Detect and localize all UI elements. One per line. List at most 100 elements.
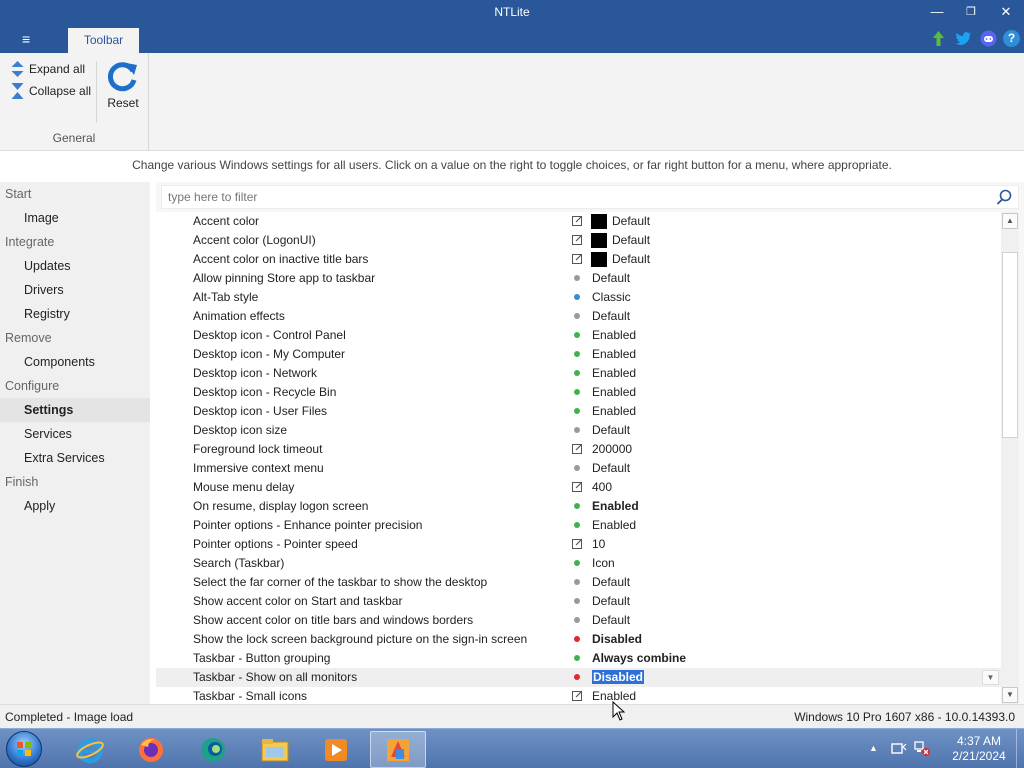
scroll-down-arrow[interactable]: ▼: [1002, 687, 1018, 703]
setting-value[interactable]: Disabled: [592, 632, 642, 646]
help-icon[interactable]: ?: [1003, 30, 1020, 47]
color-swatch[interactable]: [591, 214, 607, 229]
sidebar-item-registry[interactable]: Registry: [0, 302, 150, 326]
update-arrow-icon[interactable]: [930, 30, 947, 47]
setting-value[interactable]: Default: [592, 594, 630, 608]
action-center-icon[interactable]: [891, 741, 907, 757]
show-desktop-button[interactable]: [1016, 729, 1024, 768]
setting-row[interactable]: Taskbar - Button grouping Always combine: [156, 649, 1001, 668]
close-button[interactable]: ✕: [995, 3, 1017, 21]
setting-value[interactable]: Default: [592, 575, 630, 589]
sidebar-category-configure[interactable]: Configure: [0, 374, 150, 398]
setting-value[interactable]: Default: [612, 252, 650, 266]
setting-value[interactable]: 400: [592, 480, 612, 494]
color-swatch[interactable]: [591, 252, 607, 267]
internet-explorer-icon[interactable]: [62, 731, 118, 768]
setting-row[interactable]: Taskbar - Small icons Enabled: [156, 687, 1001, 704]
ntlite-icon[interactable]: [370, 731, 426, 768]
clock[interactable]: 4:37 AM 2/21/2024: [944, 734, 1014, 764]
firefox-icon[interactable]: [123, 731, 179, 768]
edit-icon[interactable]: [572, 538, 583, 549]
vertical-scrollbar[interactable]: ▲ ▼: [1001, 212, 1019, 704]
edit-icon[interactable]: [572, 215, 583, 226]
sidebar-item-settings[interactable]: Settings: [0, 398, 150, 422]
setting-row[interactable]: Search (Taskbar) Icon: [156, 554, 1001, 573]
setting-value[interactable]: Enabled: [592, 366, 636, 380]
setting-row[interactable]: On resume, display logon screen Enabled: [156, 497, 1001, 516]
sidebar-item-drivers[interactable]: Drivers: [0, 278, 150, 302]
setting-row[interactable]: Show accent color on Start and taskbar De…: [156, 592, 1001, 611]
setting-row[interactable]: Animation effects Default: [156, 307, 1001, 326]
setting-row[interactable]: Show the lock screen background picture …: [156, 630, 1001, 649]
edit-icon[interactable]: [572, 253, 583, 264]
scroll-up-arrow[interactable]: ▲: [1002, 213, 1018, 229]
setting-value[interactable]: Default: [612, 233, 650, 247]
sidebar-category-finish[interactable]: Finish: [0, 470, 150, 494]
setting-row[interactable]: Pointer options - Enhance pointer precis…: [156, 516, 1001, 535]
discord-icon[interactable]: [980, 30, 997, 47]
setting-value[interactable]: Default: [592, 423, 630, 437]
filter-box[interactable]: [161, 185, 1019, 209]
setting-value[interactable]: Enabled: [592, 518, 636, 532]
setting-value[interactable]: Enabled: [592, 499, 639, 513]
reset-button[interactable]: Reset: [104, 59, 142, 110]
sidebar-category-integrate[interactable]: Integrate: [0, 230, 150, 254]
network-disconnected-icon[interactable]: [913, 741, 930, 757]
setting-value[interactable]: Enabled: [592, 385, 636, 399]
media-player-icon[interactable]: [308, 731, 364, 768]
edit-icon[interactable]: [572, 690, 583, 701]
setting-row[interactable]: Accent color on inactive title bars Defau…: [156, 250, 1001, 269]
setting-value[interactable]: Default: [592, 613, 630, 627]
file-explorer-icon[interactable]: [247, 731, 303, 768]
restore-button[interactable]: ❐: [960, 3, 982, 21]
setting-row[interactable]: Desktop icon - Network Enabled: [156, 364, 1001, 383]
setting-row[interactable]: Allow pinning Store app to taskbar Defaul…: [156, 269, 1001, 288]
tab-toolbar[interactable]: Toolbar: [68, 28, 139, 53]
search-icon[interactable]: [996, 189, 1012, 205]
scroll-thumb[interactable]: [1002, 252, 1018, 438]
expand-all-button[interactable]: Expand all: [11, 59, 85, 79]
setting-row[interactable]: Immersive context menu Default: [156, 459, 1001, 478]
setting-value[interactable]: Default: [592, 309, 630, 323]
setting-value[interactable]: Default: [592, 271, 630, 285]
minimize-button[interactable]: —: [926, 3, 948, 21]
setting-value[interactable]: 10: [592, 537, 605, 551]
setting-value[interactable]: 200000: [592, 442, 632, 456]
setting-row[interactable]: Accent color (LogonUI) Default: [156, 231, 1001, 250]
dropdown-button[interactable]: ▼: [982, 670, 999, 685]
setting-value[interactable]: Classic: [592, 290, 631, 304]
setting-value[interactable]: Icon: [592, 556, 615, 570]
collapse-all-button[interactable]: Collapse all: [11, 81, 91, 101]
setting-value[interactable]: Enabled: [592, 328, 636, 342]
setting-row[interactable]: Pointer options - Pointer speed 10: [156, 535, 1001, 554]
sidebar-category-start[interactable]: Start: [0, 182, 150, 206]
setting-row[interactable]: Desktop icon - User Files Enabled: [156, 402, 1001, 421]
setting-row[interactable]: Mouse menu delay 400: [156, 478, 1001, 497]
sidebar-category-remove[interactable]: Remove: [0, 326, 150, 350]
setting-row[interactable]: Desktop icon size Default: [156, 421, 1001, 440]
edit-icon[interactable]: [572, 443, 583, 454]
setting-value[interactable]: Always combine: [592, 651, 686, 665]
twitter-icon[interactable]: [955, 30, 972, 47]
setting-row[interactable]: Show accent color on title bars and wind…: [156, 611, 1001, 630]
show-hidden-icons-button[interactable]: ▲: [869, 743, 885, 759]
setting-row[interactable]: Desktop icon - My Computer Enabled: [156, 345, 1001, 364]
setting-row[interactable]: Select the far corner of the taskbar to …: [156, 573, 1001, 592]
start-button[interactable]: [6, 731, 42, 767]
filter-input[interactable]: [162, 186, 982, 208]
sidebar-item-services[interactable]: Services: [0, 422, 150, 446]
edit-icon[interactable]: [572, 234, 583, 245]
setting-row[interactable]: Desktop icon - Recycle Bin Enabled: [156, 383, 1001, 402]
sidebar-item-extra-services[interactable]: Extra Services: [0, 446, 150, 470]
setting-value[interactable]: Default: [592, 461, 630, 475]
color-swatch[interactable]: [591, 233, 607, 248]
setting-value[interactable]: Default: [612, 214, 650, 228]
setting-row[interactable]: Desktop icon - Control Panel Enabled: [156, 326, 1001, 345]
setting-value[interactable]: Disabled: [592, 670, 645, 684]
menu-icon[interactable]: ≡: [22, 31, 30, 47]
setting-value[interactable]: Enabled: [592, 404, 636, 418]
sidebar-item-image[interactable]: Image: [0, 206, 150, 230]
setting-row[interactable]: Alt-Tab style Classic: [156, 288, 1001, 307]
sidebar-item-updates[interactable]: Updates: [0, 254, 150, 278]
sidebar-item-components[interactable]: Components: [0, 350, 150, 374]
